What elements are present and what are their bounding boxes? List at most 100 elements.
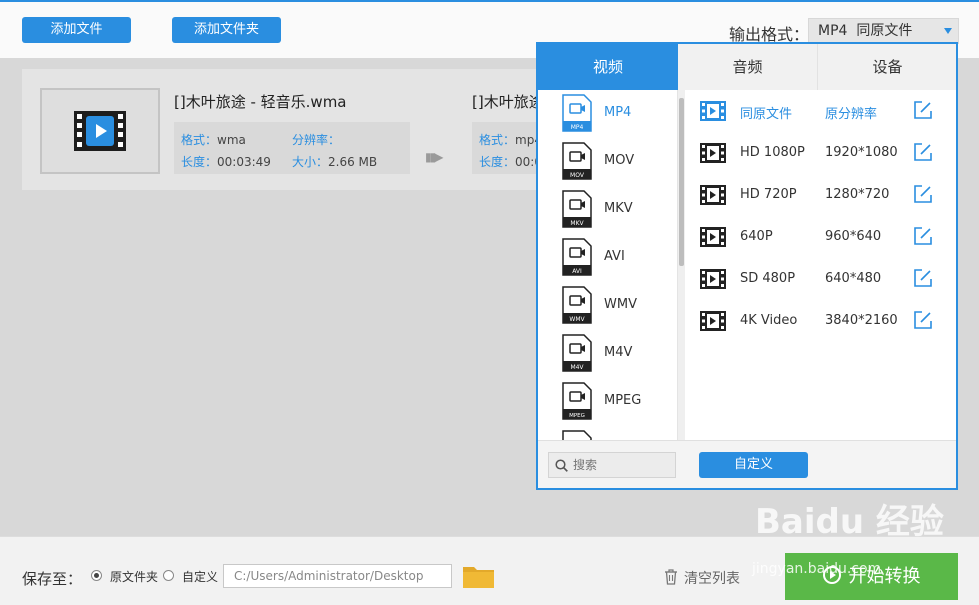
film-icon	[700, 143, 726, 163]
add-folder-button[interactable]: 添加文件夹	[172, 17, 281, 43]
scrollbar-thumb[interactable]	[679, 98, 684, 266]
format-value: wma	[217, 133, 246, 147]
preset-name: HD 720P	[740, 187, 797, 202]
format-badge: AVI	[572, 268, 582, 275]
format-badge: WMV	[569, 316, 585, 323]
preset-list: 同原文件 原分辨率 HD 1080P 1920*1080 HD 720P 128…	[686, 90, 956, 440]
format-item-partial[interactable]	[538, 426, 677, 440]
tab-audio[interactable]: 音频	[678, 44, 818, 90]
save-to-label: 保存至：	[22, 570, 83, 588]
output-path-field[interactable]: C:/Users/Administrator/Desktop	[223, 564, 452, 588]
source-file-name: []木叶旅途 - 轻音乐.wma	[174, 93, 347, 111]
resolution-key: 分辨率：	[292, 133, 341, 147]
search-icon	[555, 459, 568, 472]
size-key: 大小：	[292, 155, 329, 169]
folder-icon[interactable]	[463, 564, 494, 588]
edit-icon[interactable]	[913, 142, 933, 162]
mkv-file-icon: MKV	[562, 190, 592, 228]
output-format-value: MP4 同原文件	[818, 23, 913, 39]
edit-icon[interactable]	[913, 226, 933, 246]
edit-icon[interactable]	[913, 268, 933, 288]
video-thumbnail	[40, 88, 160, 174]
preset-name: 同原文件	[740, 107, 793, 122]
m4v-file-icon: M4V	[562, 334, 592, 372]
radio-custom-folder[interactable]	[163, 570, 174, 581]
film-icon	[700, 101, 726, 121]
mp4-file-icon: MP4	[562, 94, 592, 132]
preset-item[interactable]: HD 720P 1280*720	[686, 174, 956, 216]
format-badge: MPEG	[569, 413, 585, 419]
file-item[interactable]: []木叶旅途 - 轻音乐.wma 格式：wma 分辨率： 长度：00:03:49…	[22, 69, 552, 190]
format-label: MPEG	[604, 393, 642, 408]
preset-resolution: 3840*2160	[825, 313, 898, 328]
format-item-avi[interactable]: AVI AVI	[538, 234, 677, 282]
target-length-key: 长度：	[479, 155, 516, 169]
preset-item[interactable]: 640P 960*640	[686, 216, 956, 258]
preset-resolution: 960*640	[825, 229, 882, 244]
baidu-watermark-url: jingyan.baidu.com	[752, 561, 882, 577]
format-list-scrollbar[interactable]	[678, 90, 685, 440]
format-badge: MKV	[570, 220, 584, 227]
preset-item[interactable]: HD 1080P 1920*1080	[686, 132, 956, 174]
preset-name: SD 480P	[740, 271, 796, 286]
avi-file-icon: AVI	[562, 238, 592, 276]
mov-file-icon: MOV	[562, 142, 592, 180]
format-label: WMV	[604, 297, 637, 312]
search-input[interactable]	[573, 456, 671, 474]
mpeg-file-icon: MPEG	[562, 382, 592, 420]
format-label: MOV	[604, 153, 635, 168]
length-value: 00:03:49	[217, 155, 271, 169]
output-format-select[interactable]: MP4 同原文件	[808, 18, 959, 44]
format-item-mp4[interactable]: MP4 MP4	[538, 90, 677, 138]
preset-name: 640P	[740, 229, 773, 244]
edit-icon[interactable]	[913, 310, 933, 330]
convert-arrow-icon: ▮▮▶	[425, 150, 443, 164]
preset-resolution: 1280*720	[825, 187, 890, 202]
format-item-mpeg[interactable]: MPEG MPEG	[538, 378, 677, 426]
preset-resolution: 640*480	[825, 271, 882, 286]
film-icon	[74, 111, 126, 151]
preset-resolution: 1920*1080	[825, 145, 898, 160]
preset-item[interactable]: SD 480P 640*480	[686, 258, 956, 300]
file-icon	[562, 430, 592, 440]
tab-video[interactable]: 视频	[538, 44, 678, 90]
edit-icon[interactable]	[913, 184, 933, 204]
chevron-down-icon	[944, 28, 952, 34]
format-item-mov[interactable]: MOV MOV	[538, 138, 677, 186]
baidu-watermark: Baidu 经验	[755, 502, 944, 542]
custom-preset-button[interactable]: 自定义	[699, 452, 808, 478]
format-badge: M4V	[570, 364, 584, 371]
format-key: 格式：	[181, 133, 218, 147]
format-item-m4v[interactable]: M4V M4V	[538, 330, 677, 378]
trash-icon	[665, 569, 677, 585]
format-label: AVI	[604, 249, 625, 264]
dropdown-footer: 自定义	[538, 440, 956, 488]
format-tabs: 视频 音频 设备	[538, 44, 956, 90]
radio-original-folder[interactable]	[91, 570, 102, 581]
film-icon	[700, 227, 726, 247]
format-badge: MOV	[570, 172, 585, 179]
format-item-mkv[interactable]: MKV MKV	[538, 186, 677, 234]
target-format-key: 格式：	[479, 133, 516, 147]
preset-item[interactable]: 4K Video 3840*2160	[686, 300, 956, 342]
add-file-button[interactable]: 添加文件	[22, 17, 131, 43]
format-label: M4V	[604, 345, 633, 360]
format-dropdown-panel: 视频 音频 设备 MP4 MP4 MOV MOV MKV MKV AVI AVI…	[536, 42, 958, 490]
radio-original-folder-label[interactable]: 原文件夹	[110, 568, 158, 585]
format-label: MKV	[604, 201, 633, 216]
target-file-name: []木叶旅途	[472, 93, 544, 111]
source-meta: 格式：wma 分辨率： 长度：00:03:49 大小：2.66 MB	[174, 122, 410, 174]
format-list: MP4 MP4 MOV MOV MKV MKV AVI AVI WMV WMV …	[538, 90, 678, 440]
film-icon	[700, 311, 726, 331]
preset-resolution: 原分辨率	[825, 107, 878, 122]
format-label: MP4	[604, 105, 632, 120]
preset-name: HD 1080P	[740, 145, 805, 160]
preset-item[interactable]: 同原文件 原分辨率	[686, 90, 956, 132]
format-search[interactable]	[548, 452, 676, 478]
format-item-wmv[interactable]: WMV WMV	[538, 282, 677, 330]
wmv-file-icon: WMV	[562, 286, 592, 324]
tab-device[interactable]: 设备	[819, 44, 956, 90]
edit-icon[interactable]	[913, 100, 933, 120]
format-badge: MP4	[571, 124, 584, 131]
radio-custom-folder-label[interactable]: 自定义	[182, 568, 218, 585]
